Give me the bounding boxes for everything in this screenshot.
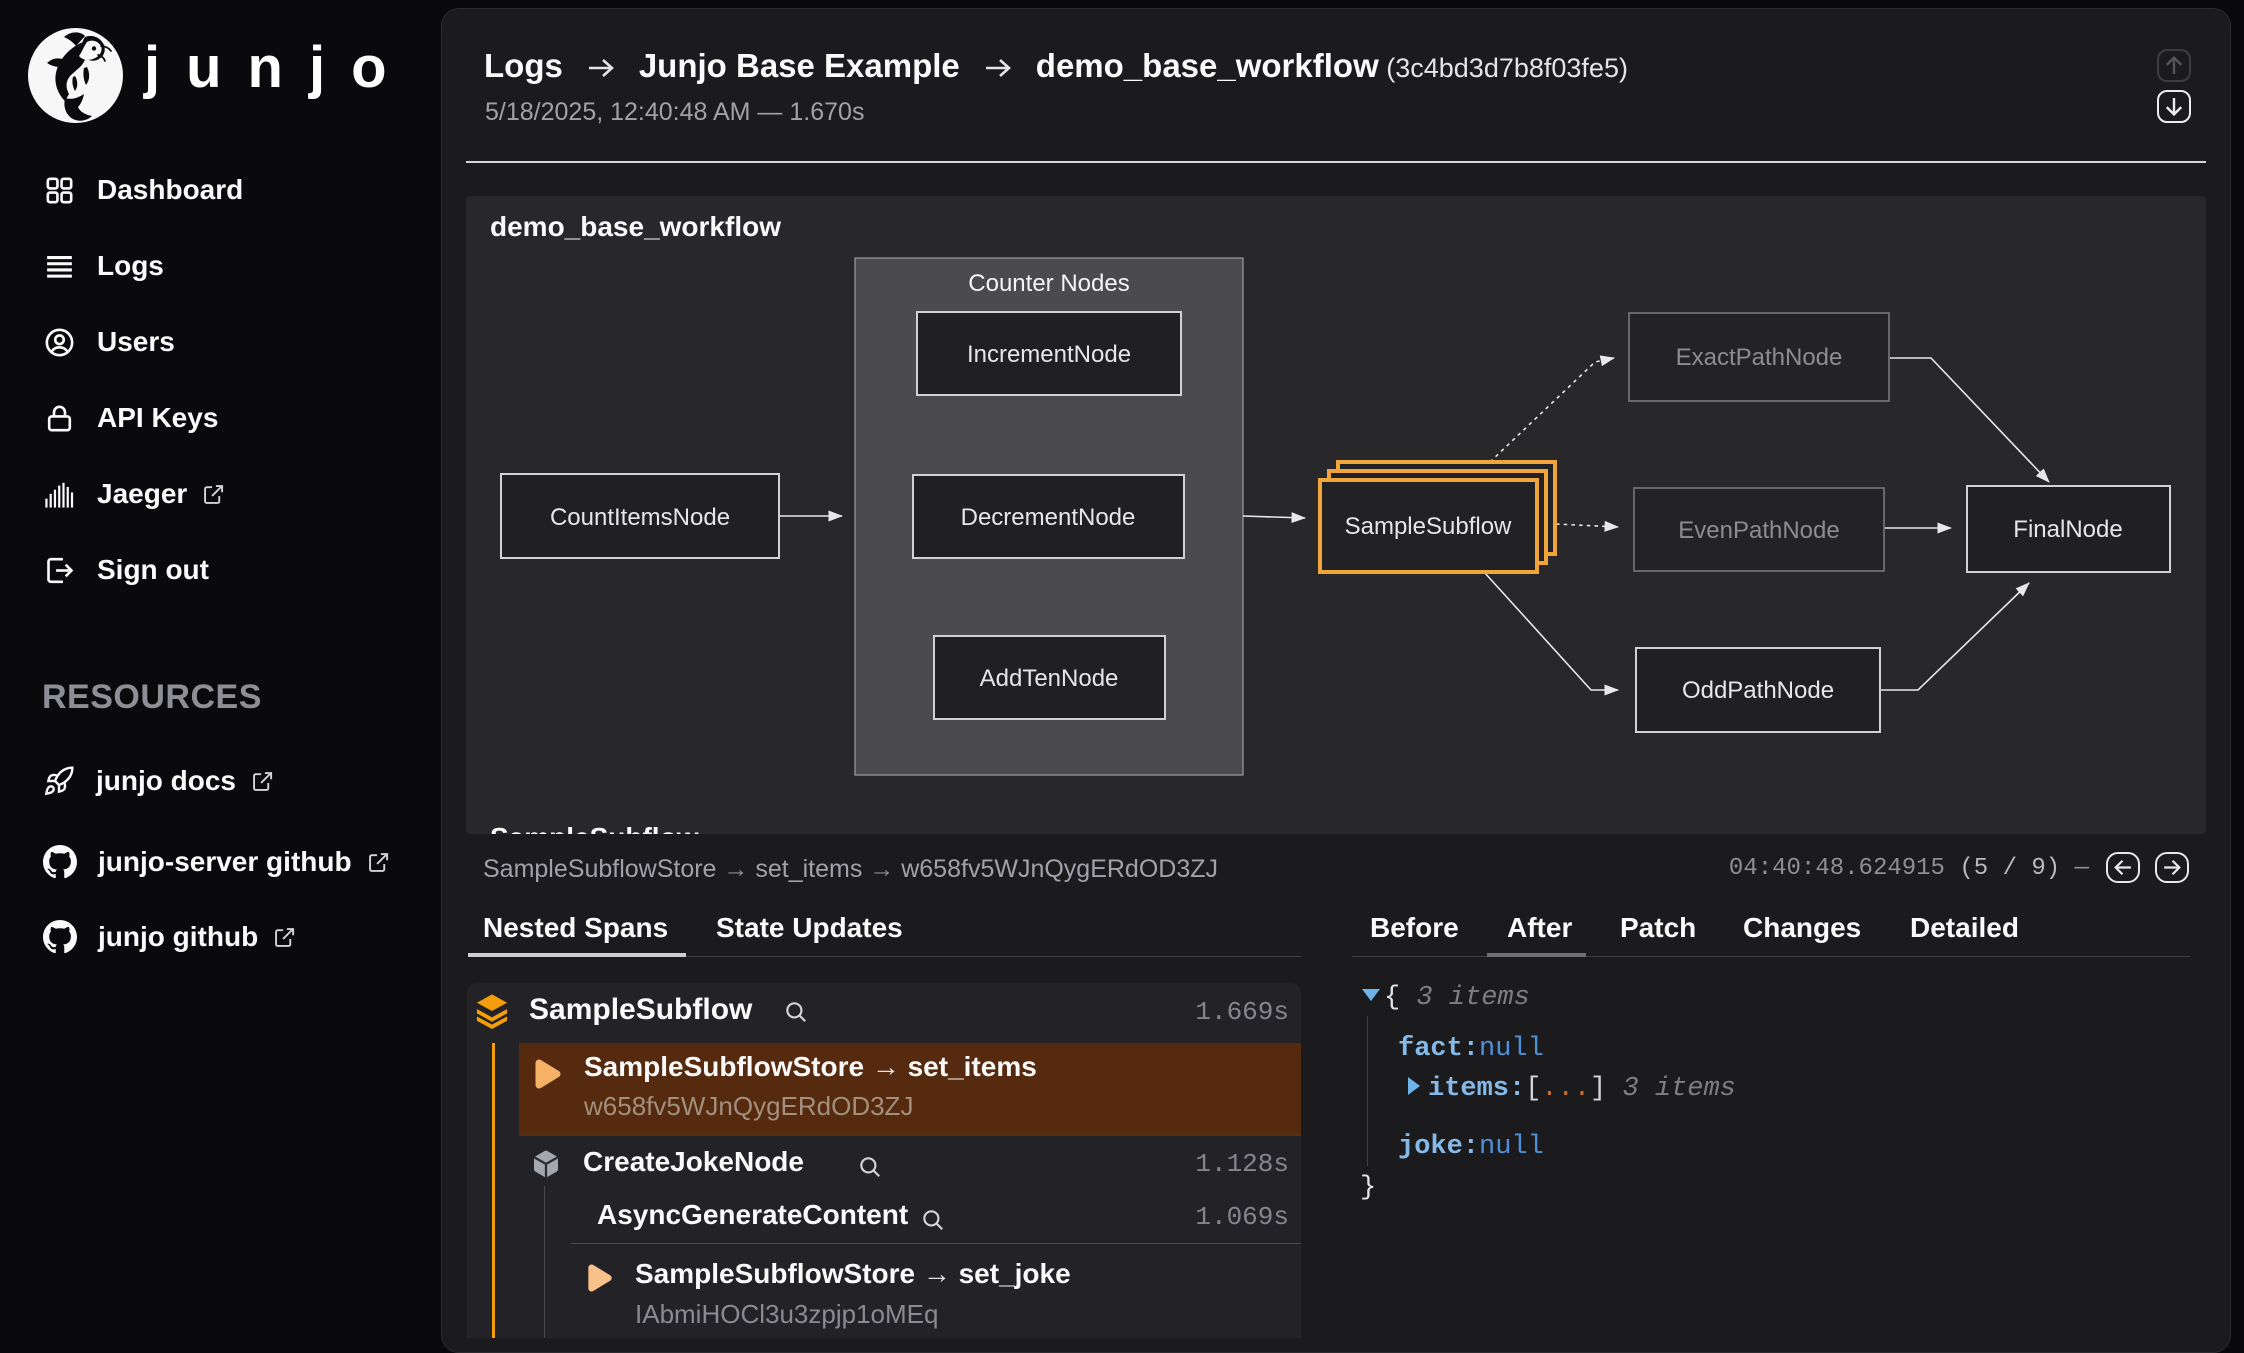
svg-text:SampleSubflow: SampleSubflow (490, 822, 699, 834)
svg-text:ExactPathNode: ExactPathNode (1676, 344, 1843, 371)
svg-text:IncrementNode: IncrementNode (967, 341, 1131, 368)
svg-text:SampleSubflow: SampleSubflow (1345, 513, 1512, 540)
svg-text:FinalNode: FinalNode (2013, 516, 2122, 543)
svg-text:EvenPathNode: EvenPathNode (1678, 517, 1839, 544)
svg-text:AddTenNode: AddTenNode (980, 665, 1119, 692)
svg-text:demo_base_workflow: demo_base_workflow (490, 211, 781, 242)
svg-text:OddPathNode: OddPathNode (1682, 677, 1834, 704)
svg-text:CountItemsNode: CountItemsNode (550, 504, 730, 531)
svg-text:DecrementNode: DecrementNode (961, 504, 1136, 531)
svg-text:Counter Nodes: Counter Nodes (968, 270, 1129, 297)
